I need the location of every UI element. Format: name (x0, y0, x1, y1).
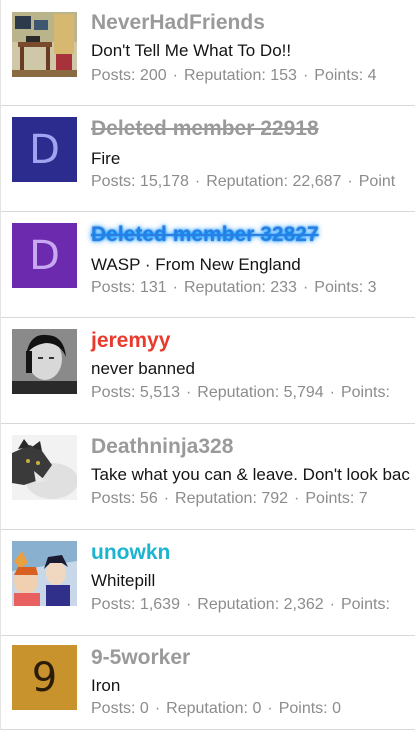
reputation-label: Reputation: (206, 173, 289, 190)
points-label: Points: (314, 67, 364, 84)
avatar[interactable] (12, 435, 77, 500)
user-stats: Posts: 1,639 · Reputation: 2,362 · Points: (91, 596, 390, 613)
username-link[interactable]: Deleted member 22918 (91, 117, 319, 141)
list-item: D Deleted member 22918 Fire Posts: 15,17… (1, 106, 415, 212)
points-value: 4 (367, 67, 377, 84)
avatar[interactable] (12, 12, 77, 77)
reputation-label: Reputation: (175, 490, 257, 507)
reputation-value: 792 (261, 490, 289, 507)
username-link[interactable]: 9-5worker (91, 646, 190, 670)
avatar[interactable] (12, 541, 77, 606)
username-link[interactable]: jeremyy (91, 329, 170, 353)
points-label: Point (358, 173, 396, 190)
posts-count[interactable]: 1,639 (140, 596, 180, 613)
user-title: Fire (91, 149, 121, 168)
user-title: Iron (91, 676, 121, 695)
user-stats: Posts: 15,178 · Reputation: 22,687 · Point (91, 173, 396, 190)
avatar[interactable]: 9 (12, 645, 77, 710)
posts-count[interactable]: 0 (140, 700, 149, 717)
points-label: Points: (278, 700, 328, 717)
member-list: NeverHadFriends Don't Tell Me What To Do… (0, 0, 415, 730)
posts-label: Posts: (91, 700, 136, 717)
avatar-letter: D (12, 117, 77, 182)
reputation-value: 233 (270, 279, 297, 296)
avatar-letter: 9 (12, 645, 77, 710)
reputation-value: 2,362 (283, 596, 324, 613)
posts-label: Posts: (91, 279, 136, 296)
cat-photo (12, 435, 77, 500)
avatar[interactable]: D (12, 223, 77, 288)
user-title: Take what you can & leave. Don't look ba… (91, 465, 410, 484)
posts-count[interactable]: 5,513 (140, 384, 180, 401)
points-label: Points: (340, 384, 390, 401)
reputation-value: 5,794 (283, 384, 324, 401)
avatar-letter: D (12, 223, 77, 288)
points-value: 0 (332, 700, 341, 717)
list-item: jeremyy never banned Posts: 5,513 · Reputa… (1, 318, 415, 424)
username-link[interactable]: Deleted member 32827 (91, 223, 319, 247)
points-value: 3 (367, 279, 377, 296)
reputation-label: Reputation: (183, 279, 266, 296)
avatar[interactable] (12, 329, 77, 394)
points-label: Points: (340, 596, 390, 613)
user-stats: Posts: 200 · Reputation: 153 · Points: 4 (91, 67, 377, 84)
posts-label: Posts: (91, 384, 136, 401)
reputation-label: Reputation: (166, 700, 248, 717)
posts-label: Posts: (91, 173, 136, 190)
posts-count[interactable]: 15,178 (140, 173, 189, 190)
reputation-label: Reputation: (183, 67, 266, 84)
user-title: Whitepill (91, 571, 156, 590)
user-stats: Posts: 131 · Reputation: 233 · Points: 3 (91, 279, 377, 296)
username-link[interactable]: NeverHadFriends (91, 11, 265, 35)
reputation-label: Reputation: (197, 596, 280, 613)
posts-count[interactable]: 56 (140, 490, 158, 507)
list-item: unowkn Whitepill Posts: 1,639 · Reputation… (1, 530, 415, 636)
user-stats: Posts: 0 · Reputation: 0 · Points: 0 (91, 700, 341, 717)
list-item: D Deleted member 32827 WASP · From New E… (1, 212, 415, 318)
reputation-label: Reputation: (197, 384, 280, 401)
posts-label: Posts: (91, 67, 136, 84)
points-value: 7 (358, 490, 368, 507)
anime-image (12, 541, 77, 606)
posts-label: Posts: (91, 490, 136, 507)
reputation-value: 22,687 (292, 173, 342, 190)
username-link[interactable]: Deathninja328 (91, 435, 233, 459)
posts-count[interactable]: 200 (140, 67, 167, 84)
list-item: 9 9-5worker Iron Posts: 0 · Reputation: 0 ·… (1, 636, 415, 730)
portrait-photo (12, 329, 77, 394)
user-stats: Posts: 56 · Reputation: 792 · Points: 7 (91, 490, 368, 507)
user-title: Don't Tell Me What To Do!! (91, 41, 292, 60)
list-item: Deathninja328 Take what you can & leave.… (1, 424, 415, 530)
points-label: Points: (305, 490, 355, 507)
avatar[interactable]: D (12, 117, 77, 182)
username-link[interactable]: unowkn (91, 541, 170, 565)
posts-count[interactable]: 131 (140, 279, 167, 296)
user-title: WASP · From New England (91, 255, 301, 274)
user-stats: Posts: 5,513 · Reputation: 5,794 · Points: (91, 384, 390, 401)
posts-label: Posts: (91, 596, 136, 613)
reputation-value: 153 (270, 67, 297, 84)
user-title: never banned (91, 359, 195, 378)
list-item: NeverHadFriends Don't Tell Me What To Do… (1, 0, 415, 106)
room-image (12, 12, 77, 77)
points-label: Points: (314, 279, 364, 296)
